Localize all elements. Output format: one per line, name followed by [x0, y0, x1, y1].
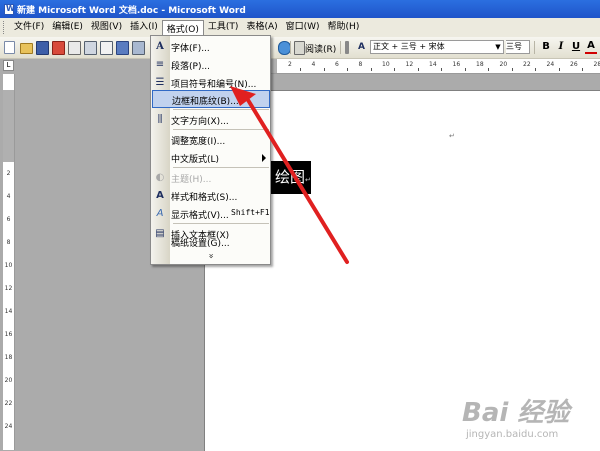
annotation-arrow [0, 0, 600, 450]
arrow-shaft [248, 100, 347, 262]
watermark-brand: Bai 经验 [462, 392, 592, 429]
watermark-url: jingyan.baidu.com [466, 429, 592, 440]
baidu-watermark: Bai 经验 jingyan.baidu.com [462, 392, 592, 440]
